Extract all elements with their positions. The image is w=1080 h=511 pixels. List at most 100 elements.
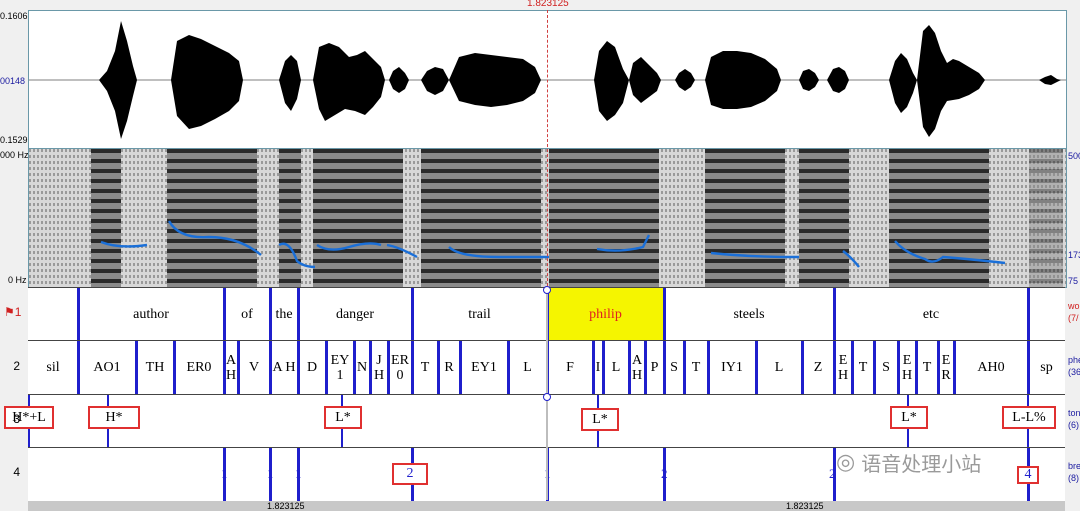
tier-1-name: wo (7/ bbox=[1068, 301, 1080, 323]
break-label: 2 bbox=[829, 466, 836, 481]
word-trail[interactable]: trail bbox=[412, 288, 547, 340]
word-boundary[interactable] bbox=[297, 288, 300, 340]
phone-boundary[interactable] bbox=[223, 341, 226, 394]
phone[interactable]: L bbox=[603, 341, 629, 394]
cursor-handle[interactable] bbox=[543, 286, 551, 294]
break-label: 1 bbox=[295, 466, 302, 481]
phone-boundary[interactable] bbox=[269, 341, 272, 394]
word-boundary[interactable] bbox=[223, 288, 226, 340]
phone[interactable]: N bbox=[354, 341, 370, 394]
word-steels[interactable]: steels bbox=[664, 288, 834, 340]
phone-boundary[interactable] bbox=[369, 341, 372, 394]
phone-boundary[interactable] bbox=[644, 341, 647, 394]
phone[interactable]: IY1 bbox=[708, 341, 756, 394]
tone-label-box[interactable]: L* bbox=[324, 406, 362, 429]
phone[interactable]: A H bbox=[224, 341, 238, 394]
phone[interactable]: sil bbox=[28, 341, 78, 394]
break-label-box[interactable]: 2 bbox=[392, 463, 428, 485]
phone[interactable]: T bbox=[412, 341, 438, 394]
phone-boundary[interactable] bbox=[353, 341, 356, 394]
phone[interactable]: T bbox=[684, 341, 708, 394]
phone[interactable]: E H bbox=[834, 341, 852, 394]
word-of[interactable]: of bbox=[224, 288, 270, 340]
tone-label-box[interactable]: H* bbox=[88, 406, 140, 429]
phone[interactable]: TH bbox=[136, 341, 174, 394]
phone[interactable]: EY 1 bbox=[326, 341, 354, 394]
phone[interactable]: F bbox=[547, 341, 593, 394]
phone-boundary[interactable] bbox=[135, 341, 138, 394]
phone[interactable]: sp bbox=[1028, 341, 1065, 394]
word-author[interactable]: author bbox=[78, 288, 224, 340]
phone-boundary[interactable] bbox=[237, 341, 240, 394]
phone-boundary[interactable] bbox=[707, 341, 710, 394]
word-boundary[interactable] bbox=[269, 288, 272, 340]
phone[interactable]: A H bbox=[629, 341, 645, 394]
word-danger[interactable]: danger bbox=[298, 288, 412, 340]
word-boundary[interactable] bbox=[77, 288, 80, 340]
word-etc[interactable]: etc bbox=[834, 288, 1028, 340]
phone[interactable]: R bbox=[438, 341, 460, 394]
phone[interactable]: L bbox=[756, 341, 802, 394]
phone[interactable]: Z bbox=[802, 341, 834, 394]
phone-boundary[interactable] bbox=[592, 341, 595, 394]
phone-boundary[interactable] bbox=[755, 341, 758, 394]
phone[interactable]: ER0 bbox=[174, 341, 224, 394]
phone-boundary[interactable] bbox=[437, 341, 440, 394]
tone-label-box[interactable]: L-L% bbox=[1002, 406, 1056, 429]
phone-boundary[interactable] bbox=[915, 341, 918, 394]
phone-boundary[interactable] bbox=[953, 341, 956, 394]
spectrogram-min-label: 0 Hz bbox=[8, 275, 27, 285]
phone-boundary[interactable] bbox=[459, 341, 462, 394]
word-boundary[interactable] bbox=[663, 288, 666, 340]
word-philip[interactable]: philip bbox=[547, 288, 664, 340]
tier-4-name: bre (8) bbox=[1068, 461, 1080, 483]
phone[interactable]: EY1 bbox=[460, 341, 508, 394]
phone[interactable]: T bbox=[916, 341, 938, 394]
phone[interactable]: AH0 bbox=[954, 341, 1028, 394]
tier-3-number: 3 bbox=[13, 412, 20, 426]
phone[interactable]: J H bbox=[370, 341, 388, 394]
tone-label-box[interactable]: L* bbox=[890, 406, 928, 429]
phone[interactable]: E R bbox=[938, 341, 954, 394]
phone-boundary[interactable] bbox=[683, 341, 686, 394]
word-boundary[interactable] bbox=[833, 288, 836, 340]
phone-boundary[interactable] bbox=[628, 341, 631, 394]
spectrogram-right-top: 500 bbox=[1068, 151, 1080, 161]
phone-boundary[interactable] bbox=[801, 341, 804, 394]
time-scroll-bar[interactable]: 1.823125 1.823125 bbox=[28, 501, 1065, 511]
phone-boundary[interactable] bbox=[325, 341, 328, 394]
phone[interactable]: P bbox=[645, 341, 664, 394]
phone-boundary[interactable] bbox=[387, 341, 390, 394]
phone[interactable]: ER 0 bbox=[388, 341, 412, 394]
phone[interactable]: L bbox=[508, 341, 547, 394]
phone[interactable]: E H bbox=[898, 341, 916, 394]
tier-flag-icon: ⚑ bbox=[4, 305, 15, 319]
phone-boundary[interactable] bbox=[1027, 341, 1030, 394]
phone[interactable]: D bbox=[298, 341, 326, 394]
phone-boundary[interactable] bbox=[897, 341, 900, 394]
phone[interactable]: AO1 bbox=[78, 341, 136, 394]
phone[interactable]: T bbox=[852, 341, 874, 394]
cursor-handle[interactable] bbox=[543, 393, 551, 401]
break-label-box[interactable]: 4 bbox=[1017, 466, 1039, 484]
phone[interactable]: S bbox=[874, 341, 898, 394]
word-the[interactable]: the bbox=[270, 288, 298, 340]
time-cursor-line[interactable] bbox=[547, 10, 548, 286]
phone-boundary[interactable] bbox=[663, 341, 666, 394]
phone-boundary[interactable] bbox=[411, 341, 414, 394]
phone-boundary[interactable] bbox=[833, 341, 836, 394]
phone[interactable]: S bbox=[664, 341, 684, 394]
phone[interactable]: A H bbox=[270, 341, 298, 394]
tone-label-box[interactable]: L* bbox=[581, 408, 619, 431]
phone[interactable]: V bbox=[238, 341, 270, 394]
phone-boundary[interactable] bbox=[507, 341, 510, 394]
phone-boundary[interactable] bbox=[937, 341, 940, 394]
phone-boundary[interactable] bbox=[602, 341, 605, 394]
phone-boundary[interactable] bbox=[873, 341, 876, 394]
word-boundary[interactable] bbox=[1027, 288, 1030, 340]
phone-boundary[interactable] bbox=[77, 341, 80, 394]
phone-boundary[interactable] bbox=[851, 341, 854, 394]
phone-boundary[interactable] bbox=[297, 341, 300, 394]
phone-boundary[interactable] bbox=[173, 341, 176, 394]
word-boundary[interactable] bbox=[411, 288, 414, 340]
